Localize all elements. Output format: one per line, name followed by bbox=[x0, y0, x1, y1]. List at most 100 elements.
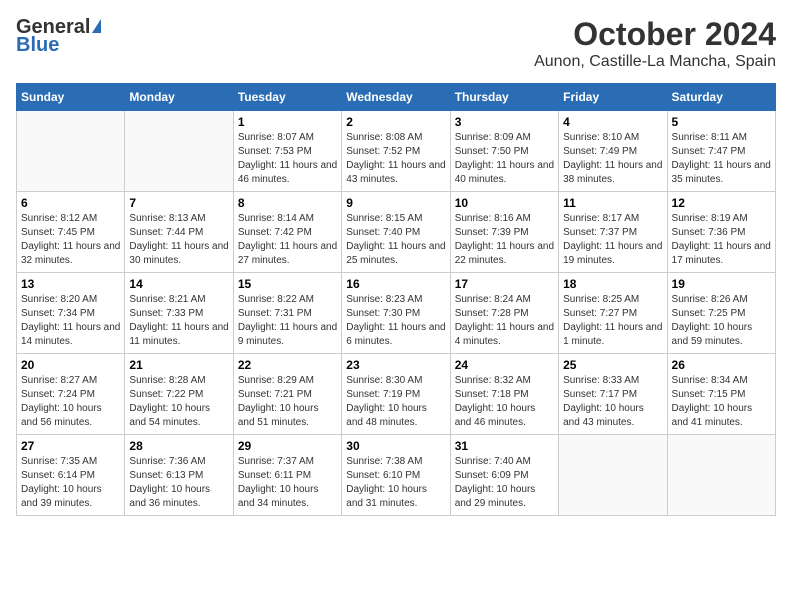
weekday-header-row: SundayMondayTuesdayWednesdayThursdayFrid… bbox=[17, 84, 776, 111]
day-number: 16 bbox=[346, 277, 445, 291]
calendar-cell: 9 Sunrise: 8:15 AM Sunset: 7:40 PM Daylig… bbox=[342, 192, 450, 273]
calendar-cell: 16 Sunrise: 8:23 AM Sunset: 7:30 PM Dayli… bbox=[342, 273, 450, 354]
day-info: Sunrise: 8:34 AM Sunset: 7:15 PM Dayligh… bbox=[672, 374, 771, 430]
day-info: Sunrise: 8:08 AM Sunset: 7:52 PM Dayligh… bbox=[346, 131, 445, 187]
day-info: Sunrise: 8:12 AM Sunset: 7:45 PM Dayligh… bbox=[21, 212, 120, 268]
calendar-cell: 15Sunrise: 8:22 AM Sunset: 7:31 PM Dayli… bbox=[233, 273, 341, 354]
day-number: 25 bbox=[563, 358, 662, 372]
day-info: Sunrise: 8:15 AM Sunset: 7:40 PM Dayligh… bbox=[346, 212, 445, 268]
day-number: 5 bbox=[672, 115, 771, 129]
day-info: Sunrise: 8:14 AM Sunset: 7:42 PM Dayligh… bbox=[238, 212, 337, 268]
calendar-cell: 8 Sunrise: 8:14 AM Sunset: 7:42 PM Daylig… bbox=[233, 192, 341, 273]
calendar-cell: 2 Sunrise: 8:08 AM Sunset: 7:52 PM Daylig… bbox=[342, 111, 450, 192]
day-number: 22 bbox=[238, 358, 337, 372]
day-number: 12 bbox=[672, 196, 771, 210]
calendar-cell: 18Sunrise: 8:25 AM Sunset: 7:27 PM Dayli… bbox=[559, 273, 667, 354]
day-info: Sunrise: 7:35 AM Sunset: 6:14 PM Dayligh… bbox=[21, 455, 120, 511]
calendar-week-2: 13 Sunrise: 8:20 AM Sunset: 7:34 PM Dayli… bbox=[17, 273, 776, 354]
day-info: Sunrise: 8:23 AM Sunset: 7:30 PM Dayligh… bbox=[346, 293, 445, 349]
day-number: 31 bbox=[455, 439, 554, 453]
day-info: Sunrise: 8:30 AM Sunset: 7:19 PM Dayligh… bbox=[346, 374, 445, 430]
calendar-week-3: 20 Sunrise: 8:27 AM Sunset: 7:24 PM Dayli… bbox=[17, 354, 776, 435]
day-number: 4 bbox=[563, 115, 662, 129]
logo-blue-text: Blue bbox=[16, 34, 101, 56]
calendar-cell: 4Sunrise: 8:10 AM Sunset: 7:49 PM Daylig… bbox=[559, 111, 667, 192]
calendar-cell bbox=[125, 111, 233, 192]
day-number: 17 bbox=[455, 277, 554, 291]
month-title: October 2024 bbox=[534, 16, 776, 53]
calendar-cell: 20 Sunrise: 8:27 AM Sunset: 7:24 PM Dayli… bbox=[17, 354, 125, 435]
day-number: 19 bbox=[672, 277, 771, 291]
day-info: Sunrise: 7:37 AM Sunset: 6:11 PM Dayligh… bbox=[238, 455, 337, 511]
day-info: Sunrise: 8:26 AM Sunset: 7:25 PM Dayligh… bbox=[672, 293, 771, 349]
calendar-cell: 10 Sunrise: 8:16 AM Sunset: 7:39 PM Dayli… bbox=[450, 192, 558, 273]
day-info: Sunrise: 8:32 AM Sunset: 7:18 PM Dayligh… bbox=[455, 374, 554, 430]
weekday-header-tuesday: Tuesday bbox=[233, 84, 341, 111]
calendar-cell: 27 Sunrise: 7:35 AM Sunset: 6:14 PM Dayli… bbox=[17, 435, 125, 516]
day-info: Sunrise: 8:17 AM Sunset: 7:37 PM Dayligh… bbox=[563, 212, 662, 268]
day-number: 7 bbox=[129, 196, 228, 210]
calendar-cell bbox=[17, 111, 125, 192]
calendar-cell: 11 Sunrise: 8:17 AM Sunset: 7:37 PM Dayli… bbox=[559, 192, 667, 273]
day-info: Sunrise: 8:21 AM Sunset: 7:33 PM Dayligh… bbox=[129, 293, 228, 349]
day-number: 28 bbox=[129, 439, 228, 453]
day-info: Sunrise: 8:24 AM Sunset: 7:28 PM Dayligh… bbox=[455, 293, 554, 349]
calendar-week-0: 1 Sunrise: 8:07 AM Sunset: 7:53 PM Daylig… bbox=[17, 111, 776, 192]
calendar-cell: 19 Sunrise: 8:26 AM Sunset: 7:25 PM Dayli… bbox=[667, 273, 775, 354]
day-number: 13 bbox=[21, 277, 120, 291]
day-number: 10 bbox=[455, 196, 554, 210]
title-section: October 2024 Aunon, Castille-La Mancha, … bbox=[534, 16, 776, 71]
day-number: 29 bbox=[238, 439, 337, 453]
day-number: 1 bbox=[238, 115, 337, 129]
calendar-cell: 30 Sunrise: 7:38 AM Sunset: 6:10 PM Dayli… bbox=[342, 435, 450, 516]
calendar-cell: 31 Sunrise: 7:40 AM Sunset: 6:09 PM Dayli… bbox=[450, 435, 558, 516]
day-number: 26 bbox=[672, 358, 771, 372]
day-number: 2 bbox=[346, 115, 445, 129]
day-number: 30 bbox=[346, 439, 445, 453]
calendar-cell: 25 Sunrise: 8:33 AM Sunset: 7:17 PM Dayli… bbox=[559, 354, 667, 435]
day-info: Sunrise: 8:09 AM Sunset: 7:50 PM Dayligh… bbox=[455, 131, 554, 187]
day-info: Sunrise: 8:13 AM Sunset: 7:44 PM Dayligh… bbox=[129, 212, 228, 268]
day-info: Sunrise: 8:25 AM Sunset: 7:27 PM Dayligh… bbox=[563, 293, 662, 349]
day-number: 23 bbox=[346, 358, 445, 372]
day-number: 21 bbox=[129, 358, 228, 372]
calendar-week-4: 27 Sunrise: 7:35 AM Sunset: 6:14 PM Dayli… bbox=[17, 435, 776, 516]
day-info: Sunrise: 8:33 AM Sunset: 7:17 PM Dayligh… bbox=[563, 374, 662, 430]
page-header: General Blue October 2024 Aunon, Castill… bbox=[16, 16, 776, 71]
day-number: 20 bbox=[21, 358, 120, 372]
calendar-cell: 24Sunrise: 8:32 AM Sunset: 7:18 PM Dayli… bbox=[450, 354, 558, 435]
calendar-cell: 3 Sunrise: 8:09 AM Sunset: 7:50 PM Daylig… bbox=[450, 111, 558, 192]
calendar-cell: 26 Sunrise: 8:34 AM Sunset: 7:15 PM Dayli… bbox=[667, 354, 775, 435]
day-info: Sunrise: 7:40 AM Sunset: 6:09 PM Dayligh… bbox=[455, 455, 554, 511]
day-info: Sunrise: 8:27 AM Sunset: 7:24 PM Dayligh… bbox=[21, 374, 120, 430]
day-info: Sunrise: 8:28 AM Sunset: 7:22 PM Dayligh… bbox=[129, 374, 228, 430]
calendar-cell bbox=[667, 435, 775, 516]
weekday-header-sunday: Sunday bbox=[17, 84, 125, 111]
logo: General Blue bbox=[16, 16, 101, 56]
day-number: 3 bbox=[455, 115, 554, 129]
calendar-cell: 6 Sunrise: 8:12 AM Sunset: 7:45 PM Daylig… bbox=[17, 192, 125, 273]
calendar-cell bbox=[559, 435, 667, 516]
weekday-header-saturday: Saturday bbox=[667, 84, 775, 111]
day-info: Sunrise: 8:07 AM Sunset: 7:53 PM Dayligh… bbox=[238, 131, 337, 187]
calendar-week-1: 6 Sunrise: 8:12 AM Sunset: 7:45 PM Daylig… bbox=[17, 192, 776, 273]
calendar-cell: 1 Sunrise: 8:07 AM Sunset: 7:53 PM Daylig… bbox=[233, 111, 341, 192]
day-info: Sunrise: 7:38 AM Sunset: 6:10 PM Dayligh… bbox=[346, 455, 445, 511]
weekday-header-friday: Friday bbox=[559, 84, 667, 111]
day-number: 15 bbox=[238, 277, 337, 291]
location-title: Aunon, Castille-La Mancha, Spain bbox=[534, 53, 776, 71]
logo-triangle-icon bbox=[92, 19, 101, 33]
day-number: 27 bbox=[21, 439, 120, 453]
day-number: 6 bbox=[21, 196, 120, 210]
day-number: 9 bbox=[346, 196, 445, 210]
calendar-cell: 23 Sunrise: 8:30 AM Sunset: 7:19 PM Dayli… bbox=[342, 354, 450, 435]
day-number: 11 bbox=[563, 196, 662, 210]
day-info: Sunrise: 8:20 AM Sunset: 7:34 PM Dayligh… bbox=[21, 293, 120, 349]
day-info: Sunrise: 8:16 AM Sunset: 7:39 PM Dayligh… bbox=[455, 212, 554, 268]
calendar-cell: 7 Sunrise: 8:13 AM Sunset: 7:44 PM Daylig… bbox=[125, 192, 233, 273]
day-number: 8 bbox=[238, 196, 337, 210]
weekday-header-wednesday: Wednesday bbox=[342, 84, 450, 111]
weekday-header-thursday: Thursday bbox=[450, 84, 558, 111]
calendar-cell: 14Sunrise: 8:21 AM Sunset: 7:33 PM Dayli… bbox=[125, 273, 233, 354]
calendar-cell: 5Sunrise: 8:11 AM Sunset: 7:47 PM Daylig… bbox=[667, 111, 775, 192]
